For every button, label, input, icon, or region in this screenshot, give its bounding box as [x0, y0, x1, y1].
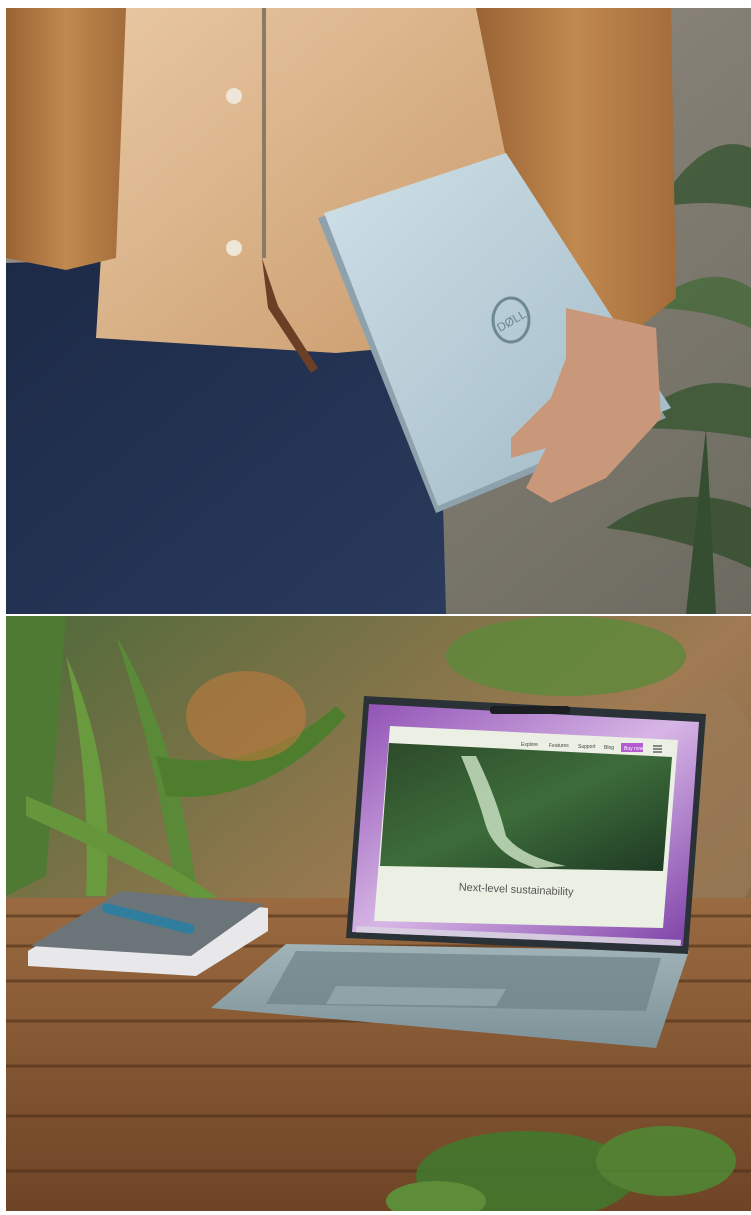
screen-nav-item: Explore — [521, 742, 538, 748]
jacket-left — [6, 8, 126, 270]
screen-nav-item: Support — [578, 744, 596, 750]
screen-nav-item: Blog — [604, 745, 614, 751]
shirt-button — [226, 88, 242, 104]
photo-laptop-on-table: Explore Features Support Blog Buy now Ne… — [6, 616, 751, 1211]
touchpad — [326, 986, 506, 1006]
screen-nav-item: Features — [549, 743, 569, 749]
hero-image-canyon — [380, 743, 672, 871]
shirt-button — [226, 240, 242, 256]
laptop-on-table-illustration: Explore Features Support Blog Buy now Ne… — [6, 616, 751, 1211]
photo-person-holding-laptop: DØLL — [6, 8, 751, 614]
screen-buy-button-label: Buy now — [624, 746, 644, 752]
person-holding-laptop-illustration: DØLL — [6, 8, 751, 614]
webcam-notch — [490, 706, 570, 714]
